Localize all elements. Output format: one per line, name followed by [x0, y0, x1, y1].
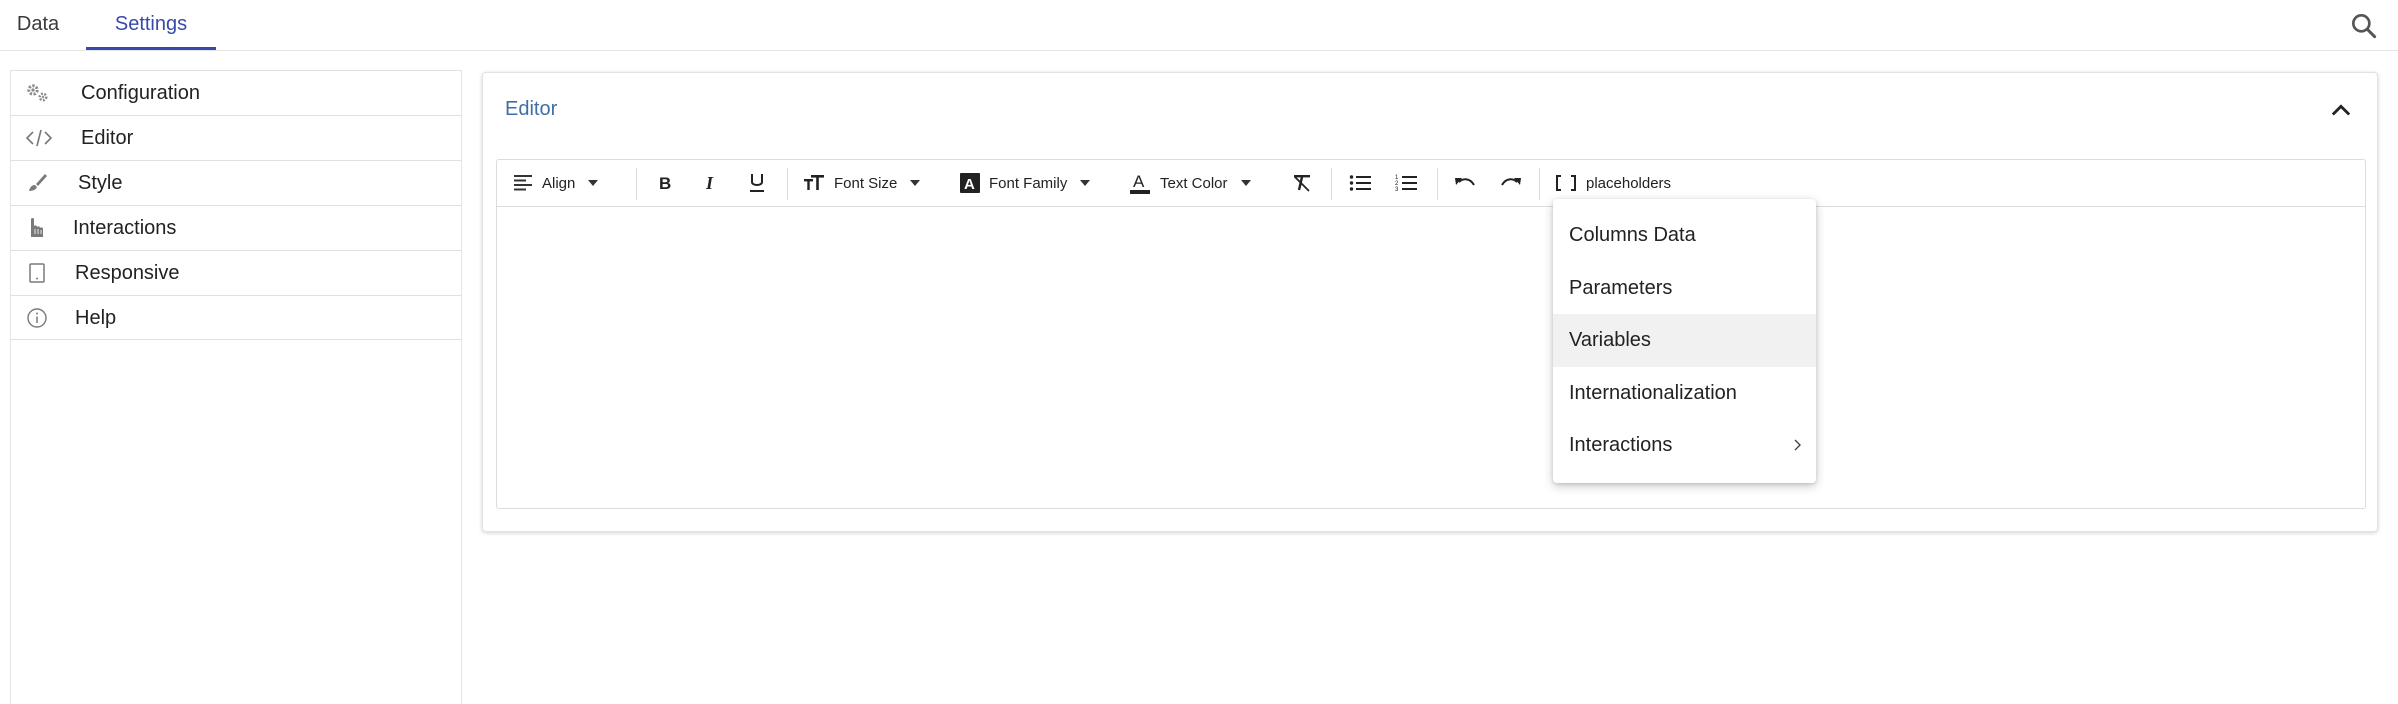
svg-text:A: A — [1133, 172, 1145, 191]
code-icon — [25, 127, 53, 149]
chevron-right-icon — [1794, 439, 1801, 451]
bullet-list-icon — [1349, 175, 1371, 191]
sidebar-item-label: Style — [78, 172, 123, 194]
svg-text:3: 3 — [1395, 187, 1399, 193]
sidebar-item-style[interactable]: Style — [11, 160, 461, 205]
redo-button[interactable] — [1499, 168, 1523, 198]
menu-item-columns-data[interactable]: Columns Data — [1553, 209, 1816, 262]
align-left-icon — [514, 175, 532, 191]
italic-icon: I — [705, 173, 714, 193]
text-color-icon: A — [1130, 172, 1150, 194]
numbered-list-button[interactable]: 1 2 3 — [1395, 168, 1417, 198]
svg-text:A: A — [964, 176, 975, 193]
font-family-icon: A — [960, 173, 980, 193]
caret-down-icon — [588, 180, 599, 186]
bold-icon: B — [659, 174, 671, 193]
underline-icon — [750, 174, 764, 192]
sidebar-item-label: Responsive — [75, 262, 180, 284]
text-color-label: Text Color — [1160, 174, 1228, 192]
toolbar-divider — [1331, 168, 1332, 200]
font-size-dropdown[interactable]: Font Size — [803, 168, 921, 198]
redo-icon — [1501, 178, 1521, 186]
tablet-icon — [25, 262, 49, 284]
align-dropdown[interactable]: Align — [513, 168, 599, 198]
font-family-label: Font Family — [989, 174, 1068, 192]
editor-panel: Editor Align B I Font Size A Font Family… — [482, 72, 2378, 532]
caret-down-icon — [910, 180, 921, 186]
toolbar-divider — [787, 168, 788, 200]
search-button[interactable] — [2348, 10, 2380, 42]
sidebar-item-interactions[interactable]: Interactions — [11, 205, 461, 250]
font-size-icon — [804, 175, 824, 190]
placeholders-label: placeholders — [1586, 174, 1672, 192]
align-label: Align — [542, 174, 576, 192]
gears-icon — [25, 82, 49, 104]
undo-icon — [1455, 178, 1475, 186]
brackets-icon — [1556, 175, 1576, 191]
caret-down-icon — [1240, 180, 1251, 186]
clear-format-icon — [1294, 175, 1310, 192]
menu-item-internationalization[interactable]: Internationalization — [1553, 367, 1816, 420]
svg-text:B: B — [659, 174, 671, 193]
hand-pointer-icon — [25, 217, 49, 239]
toolbar-divider — [1437, 168, 1438, 200]
bold-button[interactable]: B — [655, 168, 675, 198]
menu-item-variables[interactable]: Variables — [1553, 314, 1816, 367]
panel-title: Editor — [505, 98, 558, 120]
sidebar-item-responsive[interactable]: Responsive — [11, 250, 461, 295]
sidebar-item-configuration[interactable]: Configuration — [11, 70, 461, 115]
italic-button[interactable]: I — [701, 168, 721, 198]
undo-button[interactable] — [1453, 168, 1477, 198]
editor-content-area[interactable] — [497, 208, 2365, 508]
collapse-button[interactable] — [2327, 97, 2355, 125]
menu-item-interactions[interactable]: Interactions — [1553, 419, 1816, 472]
tab-settings[interactable]: Settings — [86, 0, 216, 50]
sidebar-item-label: Editor — [81, 127, 134, 149]
underline-button[interactable] — [747, 168, 767, 198]
sidebar-item-label: Configuration — [81, 82, 200, 104]
bullet-list-button[interactable] — [1349, 168, 1371, 198]
settings-sidebar: Configuration Editor Style Interactions … — [10, 70, 462, 704]
menu-item-parameters[interactable]: Parameters — [1553, 262, 1816, 315]
toolbar-divider — [636, 168, 637, 200]
editor-toolbar: Align B I Font Size A Font Family A Text… — [497, 160, 2365, 207]
svg-text:I: I — [705, 173, 714, 193]
sidebar-item-editor[interactable]: Editor — [11, 115, 461, 160]
sidebar-item-label: Interactions — [73, 217, 177, 239]
clear-formatting-button[interactable] — [1291, 168, 1313, 198]
tab-data[interactable]: Data — [0, 0, 76, 50]
font-size-label: Font Size — [834, 174, 898, 192]
numbered-list-icon: 1 2 3 — [1395, 175, 1417, 193]
toolbar-divider — [1539, 168, 1540, 200]
sidebar-item-label: Help — [75, 307, 117, 329]
rich-text-editor: Align B I Font Size A Font Family A Text… — [496, 159, 2366, 509]
text-color-dropdown[interactable]: A Text Color — [1129, 168, 1252, 198]
chevron-up-icon — [2331, 104, 2351, 116]
top-tab-bar: Data Settings — [0, 0, 2398, 51]
menu-item-label: Interactions — [1569, 434, 1673, 456]
sidebar-item-help[interactable]: Help — [11, 295, 461, 340]
caret-down-icon — [1080, 180, 1091, 186]
search-icon — [2352, 13, 2377, 39]
placeholders-dropdown[interactable]: placeholders — [1555, 168, 1671, 198]
placeholders-menu: Columns Data Parameters Variables Intern… — [1553, 199, 1816, 483]
paint-brush-icon — [25, 172, 49, 194]
font-family-dropdown[interactable]: A Font Family — [960, 168, 1091, 198]
info-icon — [25, 307, 49, 329]
